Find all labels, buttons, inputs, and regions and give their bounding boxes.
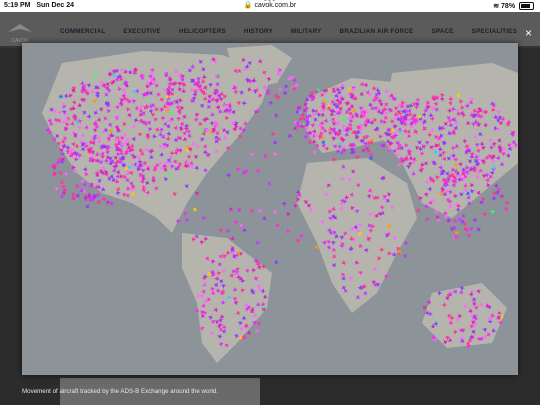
nav-item-military[interactable]: MILITARY [291,28,322,35]
nav-item-commercial[interactable]: COMMERCIAL [60,28,105,35]
address-bar[interactable]: 🔒 cavok.com.br [0,1,540,9]
battery-icon [519,2,534,11]
lock-icon: 🔒 [243,2,253,9]
wifi-icon: ≋ [493,3,500,10]
ios-status-bar: 5:19 PM Sun Dec 24 ••• 🔒 cavok.com.br ≋ … [0,0,540,12]
lightbox-image [22,43,518,375]
plane-logo-icon [8,24,32,32]
nav-item-specialities[interactable]: SPECIALITIES [472,28,517,35]
close-icon[interactable]: × [525,26,532,40]
nav-item-helicopters[interactable]: HELICOPTERS [179,28,226,35]
address-url: cavok.com.br [254,2,297,9]
image-caption: Movement of aircraft tracked by the ADS-… [22,388,219,395]
nav-item-history[interactable]: HISTORY [244,28,273,35]
battery-percent: 78% [501,3,516,10]
nav-item-space[interactable]: SPACE [431,28,453,35]
nav-item-executive[interactable]: EXECUTIVE [123,28,161,35]
nav-item-brazilian-air-force[interactable]: BRAZILIAN AIR FORCE [340,28,414,35]
nav-menu: COMMERCIAL EXECUTIVE HELICOPTERS HISTORY… [60,28,535,35]
status-right: ≋ 78% [493,2,534,11]
site-logo[interactable]: CAVOK [6,22,34,44]
world-flight-map [22,43,518,375]
